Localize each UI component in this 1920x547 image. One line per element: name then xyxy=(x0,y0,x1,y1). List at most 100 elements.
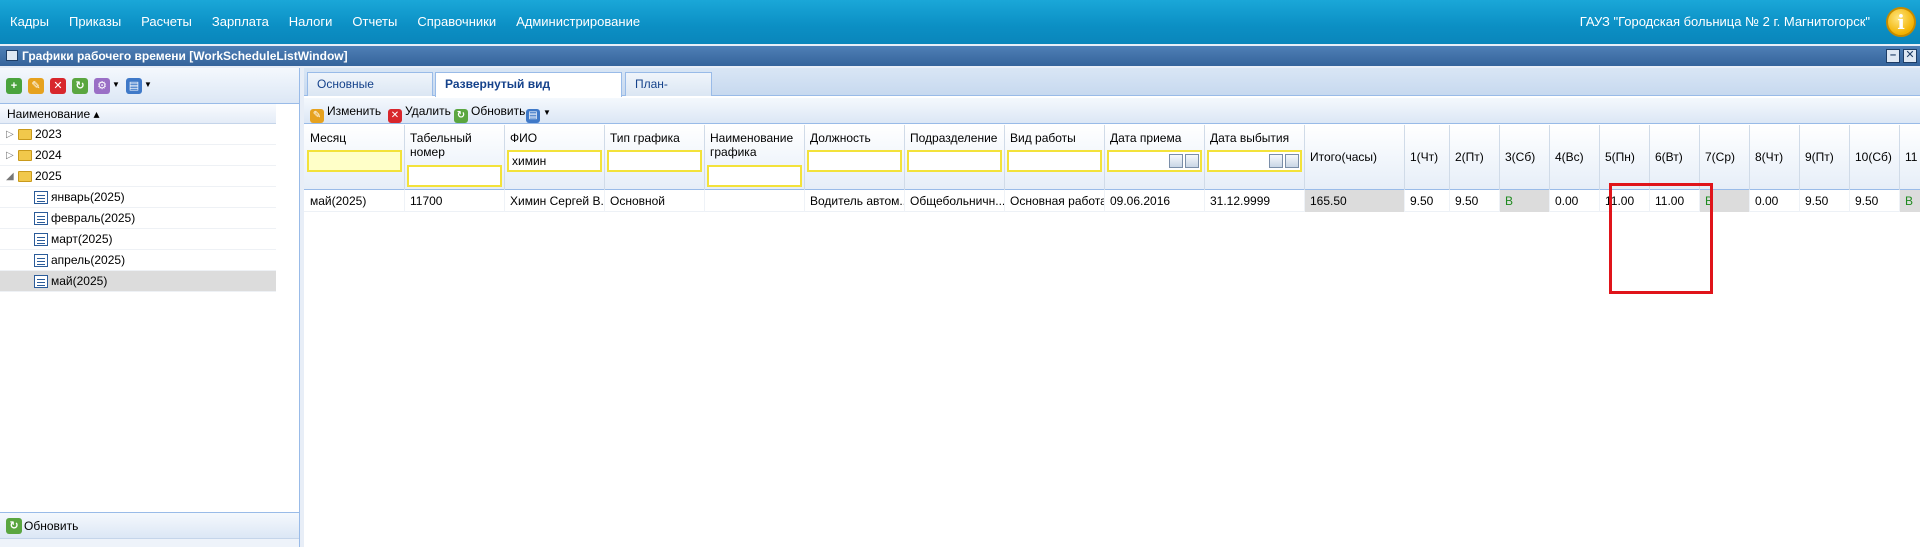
settings-icon[interactable]: ⚙ xyxy=(94,78,110,94)
delete-button[interactable]: ✕ Удалить xyxy=(388,102,451,123)
column-header[interactable]: 3(Сб) xyxy=(1500,125,1550,190)
add-icon[interactable]: + xyxy=(6,78,22,94)
column-header[interactable]: Месяц xyxy=(305,125,405,190)
refresh-icon[interactable]: ↻ xyxy=(6,518,22,534)
column-header[interactable]: Дата приема xyxy=(1105,125,1205,190)
column-header[interactable]: 10(Сб) xyxy=(1850,125,1900,190)
column-header[interactable]: Табельный номер xyxy=(405,125,505,190)
column-filter-input[interactable] xyxy=(407,165,502,187)
clear-filter-icon[interactable] xyxy=(1285,154,1299,168)
tree-item[interactable]: март(2025) xyxy=(0,229,276,250)
table-cell[interactable]: 31.12.9999 xyxy=(1205,190,1305,212)
column-header[interactable]: Подразделение xyxy=(905,125,1005,190)
table-cell[interactable]: 11.00 xyxy=(1600,190,1650,212)
table-cell[interactable]: Основная работа xyxy=(1005,190,1105,212)
expand-icon[interactable]: ▷ xyxy=(6,124,14,145)
refresh-icon[interactable]: ↻ xyxy=(72,78,88,94)
print-dropdown-icon[interactable]: ▼ xyxy=(144,80,152,89)
table-cell[interactable]: 9.50 xyxy=(1850,190,1900,212)
menu-item[interactable]: Справочники xyxy=(407,0,506,44)
table-cell[interactable] xyxy=(705,190,805,212)
column-header[interactable]: Дата выбытия xyxy=(1205,125,1305,190)
tree-item[interactable]: февраль(2025) xyxy=(0,208,276,229)
tree-item[interactable]: апрель(2025) xyxy=(0,250,276,271)
column-header[interactable]: 7(Ср) xyxy=(1700,125,1750,190)
column-header[interactable]: 5(Пн) xyxy=(1600,125,1650,190)
column-filter-input[interactable] xyxy=(1207,150,1302,172)
menu-item[interactable]: Приказы xyxy=(59,0,131,44)
menu-item[interactable]: Расчеты xyxy=(131,0,202,44)
column-header[interactable]: 6(Вт) xyxy=(1650,125,1700,190)
table-cell[interactable]: 9.50 xyxy=(1405,190,1450,212)
collapse-icon[interactable]: ◢ xyxy=(6,166,14,187)
table-cell[interactable]: В xyxy=(1500,190,1550,212)
column-header[interactable]: 8(Чт) xyxy=(1750,125,1800,190)
column-header[interactable]: Итого(часы) xyxy=(1305,125,1405,190)
info-icon[interactable]: i xyxy=(1886,7,1916,37)
table-cell[interactable]: 0.00 xyxy=(1750,190,1800,212)
column-filter-input[interactable] xyxy=(1007,150,1102,172)
column-header[interactable]: ФИО химин xyxy=(505,125,605,190)
table-cell[interactable]: В xyxy=(1900,190,1920,212)
edit-button[interactable]: ✎ Изменить xyxy=(310,102,381,123)
table-cell[interactable]: В xyxy=(1700,190,1750,212)
column-header[interactable]: 1(Чт) xyxy=(1405,125,1450,190)
table-cell[interactable]: 165.50 xyxy=(1305,190,1405,212)
column-filter-input[interactable] xyxy=(907,150,1002,172)
column-header[interactable]: 11 xyxy=(1900,125,1920,190)
tree-item[interactable]: ▷ 2023 xyxy=(0,124,276,145)
tree-item[interactable]: январь(2025) xyxy=(0,187,276,208)
refresh-button[interactable]: ↻ Обновить xyxy=(454,102,525,123)
print-icon[interactable]: ▤ xyxy=(126,78,142,94)
menu-item[interactable]: Зарплата xyxy=(202,0,279,44)
column-header[interactable]: Наименование графика xyxy=(705,125,805,190)
tree-item[interactable]: ◢ 2025 xyxy=(0,166,276,187)
table-cell[interactable]: Химин Сергей В... xyxy=(505,190,605,212)
menu-item[interactable]: Налоги xyxy=(279,0,343,44)
column-header[interactable]: Вид работы xyxy=(1005,125,1105,190)
settings-dropdown-icon[interactable]: ▼ xyxy=(112,80,120,89)
column-filter-input[interactable] xyxy=(307,150,402,172)
clear-filter-icon[interactable] xyxy=(1185,154,1199,168)
menu-item[interactable]: Кадры xyxy=(0,0,59,44)
column-header-label: Должность xyxy=(810,131,871,145)
table-row[interactable]: май(2025) 11700 Химин Сергей В... Основной В… xyxy=(304,190,1920,212)
table-cell[interactable]: Основной xyxy=(605,190,705,212)
tree-column-header[interactable]: Наименование ▴ xyxy=(0,104,276,124)
table-cell[interactable]: Водитель автом... xyxy=(805,190,905,212)
column-header[interactable]: Должность xyxy=(805,125,905,190)
menu-item[interactable]: Отчеты xyxy=(342,0,407,44)
print-button[interactable]: ▤ ▼ xyxy=(526,102,551,123)
tree-item[interactable]: май(2025) xyxy=(0,271,276,292)
column-header[interactable]: Тип графика xyxy=(605,125,705,190)
column-filter-input[interactable]: химин xyxy=(507,150,602,172)
table-cell[interactable]: 09.06.2016 xyxy=(1105,190,1205,212)
close-icon[interactable]: ✕ xyxy=(1903,49,1917,63)
delete-icon[interactable]: ✕ xyxy=(50,78,66,94)
column-header[interactable]: 4(Вс) xyxy=(1550,125,1600,190)
table-cell[interactable]: 0.00 xyxy=(1550,190,1600,212)
table-cell[interactable]: 9.50 xyxy=(1800,190,1850,212)
column-header[interactable]: 2(Пт) xyxy=(1450,125,1500,190)
column-filter-input[interactable] xyxy=(1107,150,1202,172)
minimize-icon[interactable]: – xyxy=(1886,49,1900,63)
tab[interactable]: Развернутый вид (периоды) xyxy=(435,72,622,113)
tab[interactable]: Основные реквизиты xyxy=(307,72,433,113)
menu-item[interactable]: Администрирование xyxy=(506,0,650,44)
table-cell[interactable]: Общебольничн... xyxy=(905,190,1005,212)
refresh-button-label[interactable]: Обновить xyxy=(24,519,78,533)
table-cell[interactable]: 11700 xyxy=(405,190,505,212)
column-filter-input[interactable] xyxy=(607,150,702,172)
column-filter-input[interactable] xyxy=(807,150,902,172)
column-header[interactable]: 9(Пт) xyxy=(1800,125,1850,190)
calendar-icon[interactable] xyxy=(1269,154,1283,168)
edit-icon[interactable]: ✎ xyxy=(28,78,44,94)
tree-item[interactable]: ▷ 2024 xyxy=(0,145,276,166)
column-filter-input[interactable] xyxy=(707,165,802,187)
table-cell[interactable]: 9.50 xyxy=(1450,190,1500,212)
calendar-icon[interactable] xyxy=(1169,154,1183,168)
table-cell[interactable]: 11.00 xyxy=(1650,190,1700,212)
expand-icon[interactable]: ▷ xyxy=(6,145,14,166)
tab[interactable]: План-график xyxy=(625,72,712,113)
table-cell[interactable]: май(2025) xyxy=(305,190,405,212)
